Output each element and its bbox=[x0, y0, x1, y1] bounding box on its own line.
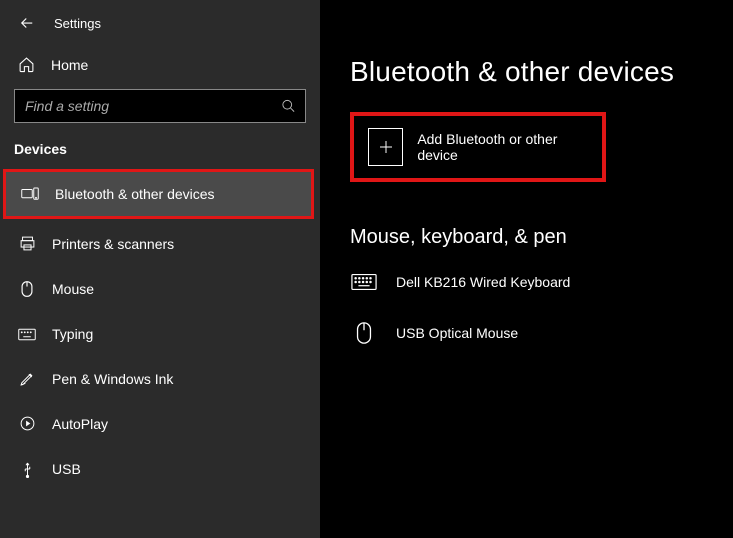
sidebar-item-label: AutoPlay bbox=[52, 416, 108, 432]
back-button[interactable] bbox=[18, 14, 36, 32]
add-device-label: Add Bluetooth or other device bbox=[417, 131, 588, 163]
home-label: Home bbox=[51, 57, 88, 73]
mouse-icon bbox=[350, 321, 378, 345]
sidebar-item-bluetooth[interactable]: Bluetooth & other devices bbox=[3, 169, 314, 219]
sidebar-item-printers[interactable]: Printers & scanners bbox=[0, 221, 320, 266]
sidebar-item-label: USB bbox=[52, 461, 81, 477]
home-link[interactable]: Home bbox=[0, 42, 320, 85]
mouse-icon bbox=[18, 280, 36, 298]
sidebar-item-usb[interactable]: USB bbox=[0, 446, 320, 492]
app-title: Settings bbox=[54, 16, 101, 31]
search-container bbox=[14, 89, 306, 123]
add-device-button[interactable]: Add Bluetooth or other device bbox=[350, 112, 606, 182]
device-name: Dell KB216 Wired Keyboard bbox=[396, 274, 570, 290]
device-name: USB Optical Mouse bbox=[396, 325, 518, 341]
main-content: Bluetooth & other devices Add Bluetooth … bbox=[320, 0, 733, 538]
arrow-left-icon bbox=[18, 14, 36, 32]
device-category-title: Mouse, keyboard, & pen bbox=[350, 226, 733, 249]
search-input[interactable] bbox=[14, 89, 306, 123]
sidebar-item-autoplay[interactable]: AutoPlay bbox=[0, 401, 320, 446]
sidebar-section-header: Devices bbox=[0, 141, 320, 167]
autoplay-icon bbox=[18, 415, 36, 432]
device-item[interactable]: USB Optical Mouse bbox=[350, 313, 733, 367]
sidebar-item-label: Bluetooth & other devices bbox=[55, 186, 215, 202]
plus-icon bbox=[368, 128, 403, 166]
keyboard-icon bbox=[18, 328, 36, 341]
devices-icon bbox=[21, 187, 39, 201]
sidebar-item-pen[interactable]: Pen & Windows Ink bbox=[0, 356, 320, 401]
keyboard-icon bbox=[350, 273, 378, 291]
sidebar: Settings Home Devices Bluetooth & other … bbox=[0, 0, 320, 538]
sidebar-item-label: Printers & scanners bbox=[52, 236, 174, 252]
title-bar: Settings bbox=[0, 0, 320, 42]
sidebar-nav: Bluetooth & other devices Printers & sca… bbox=[0, 167, 320, 492]
sidebar-item-label: Mouse bbox=[52, 281, 94, 297]
sidebar-item-label: Typing bbox=[52, 326, 93, 342]
page-title: Bluetooth & other devices bbox=[350, 56, 733, 88]
device-item[interactable]: Dell KB216 Wired Keyboard bbox=[350, 265, 733, 313]
sidebar-item-mouse[interactable]: Mouse bbox=[0, 266, 320, 312]
sidebar-item-typing[interactable]: Typing bbox=[0, 312, 320, 356]
home-icon bbox=[18, 56, 35, 73]
pen-icon bbox=[18, 370, 36, 387]
usb-icon bbox=[18, 460, 36, 478]
sidebar-item-label: Pen & Windows Ink bbox=[52, 371, 173, 387]
printer-icon bbox=[18, 235, 36, 252]
